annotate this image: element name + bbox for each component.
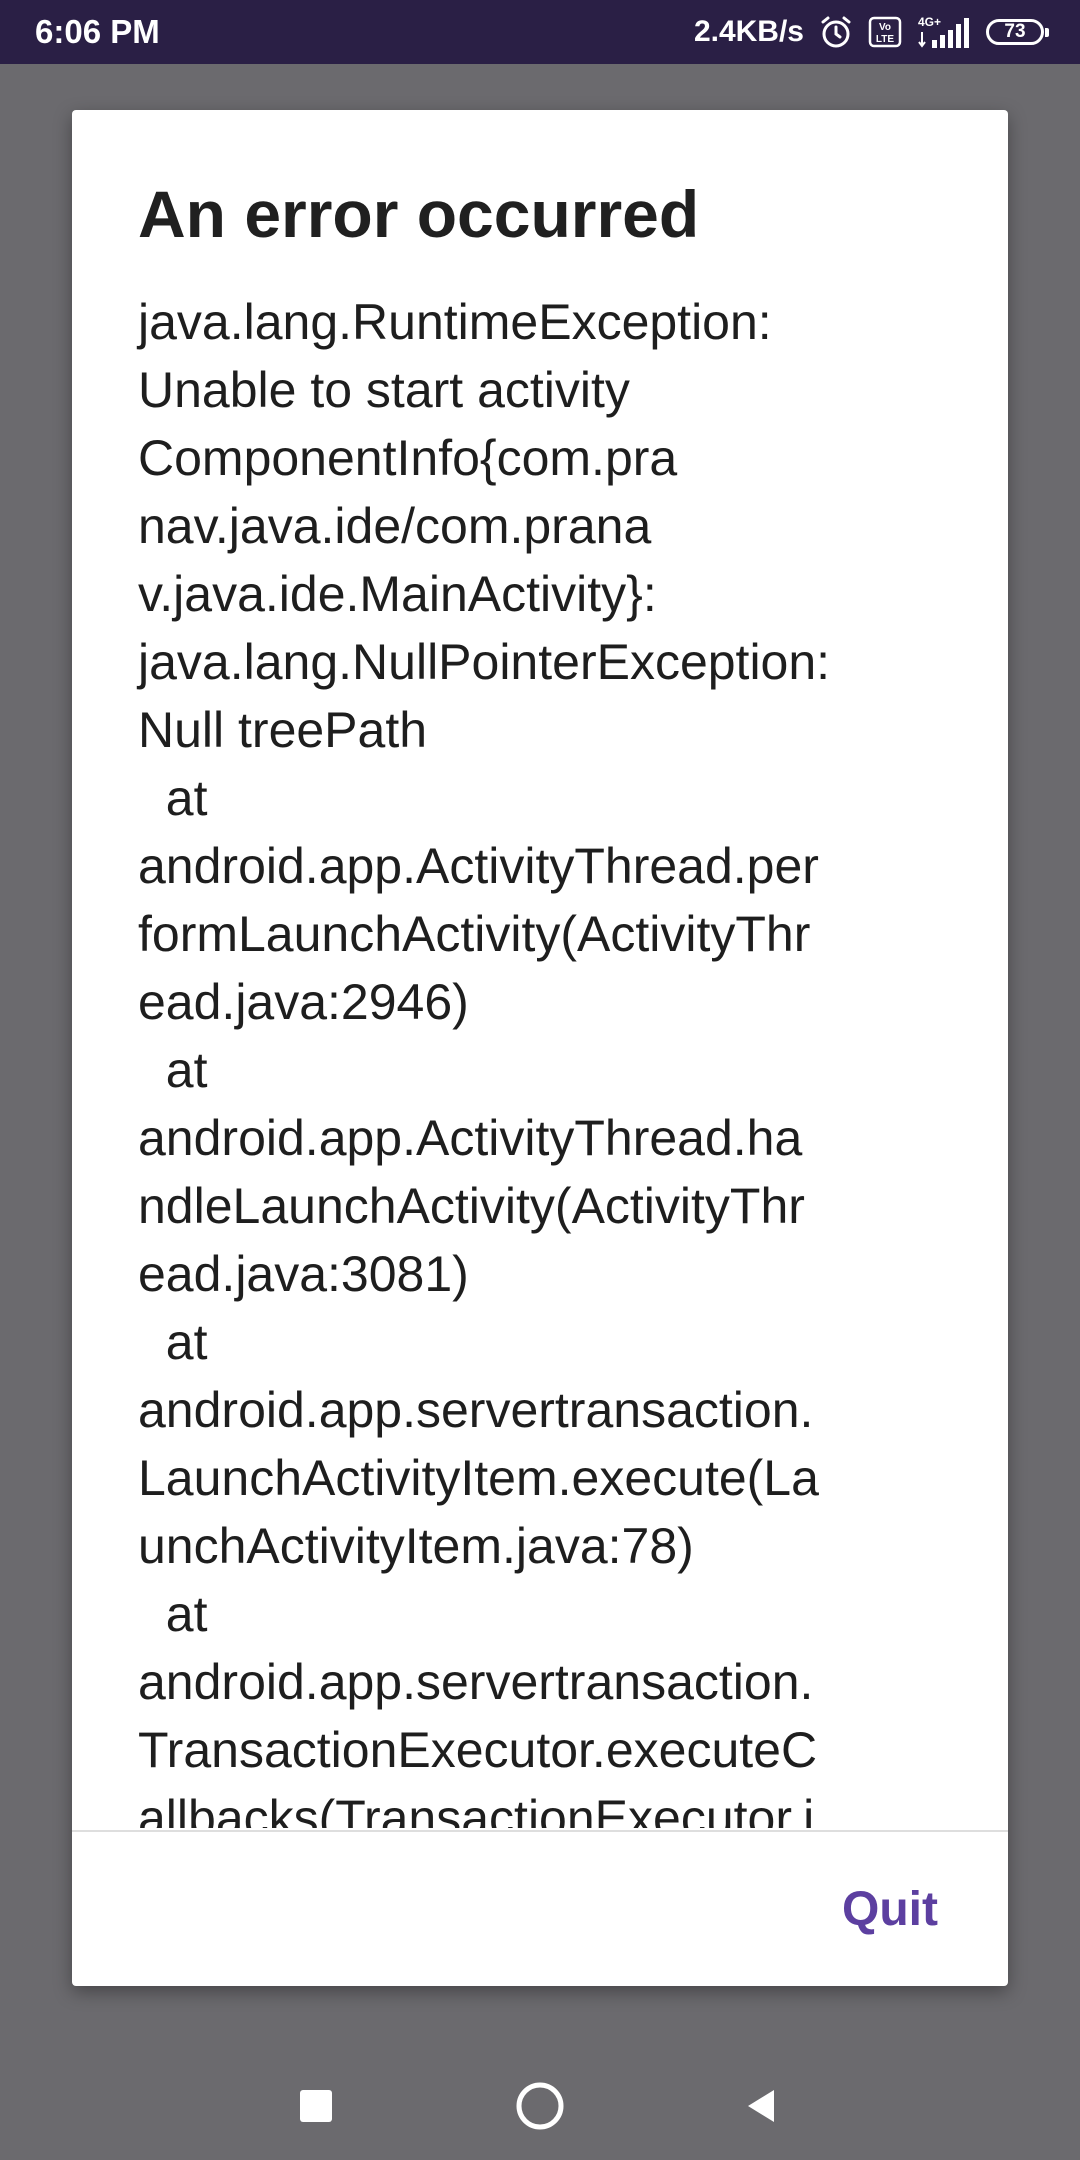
volte-icon: Vo LTE <box>868 16 902 48</box>
recent-apps-button[interactable] <box>286 2076 346 2136</box>
battery-icon: 73 <box>986 19 1049 45</box>
svg-text:LTE: LTE <box>876 34 894 45</box>
svg-text:4G+: 4G+ <box>918 15 941 29</box>
signal-icon: 4G+ <box>918 15 969 48</box>
error-dialog: An error occurred java.lang.RuntimeExcep… <box>72 110 1008 1986</box>
status-time: 6:06 PM <box>35 13 160 50</box>
back-button[interactable] <box>732 2076 792 2136</box>
screen: 6:06 PM 2.4KB/s Vo LTE 4G+ 73 An error o… <box>0 0 1080 2160</box>
dialog-title: An error occurred <box>138 177 700 251</box>
network-speed: 2.4KB/s <box>693 15 804 48</box>
home-icon <box>516 2082 564 2130</box>
alarm-icon <box>821 16 851 48</box>
status-indicators: 2.4KB/s Vo LTE 4G+ 73 <box>693 12 1049 52</box>
svg-text:Vo: Vo <box>879 22 891 33</box>
dialog-message: java.lang.RuntimeException: Unable to st… <box>138 294 831 1828</box>
navigation-bar <box>0 2040 1080 2160</box>
recent-apps-icon <box>300 2090 332 2122</box>
dialog-divider <box>72 1830 1008 1832</box>
dialog-message-scroll[interactable]: java.lang.RuntimeException: Unable to st… <box>72 288 1008 1828</box>
home-button[interactable] <box>510 2076 570 2136</box>
status-bar: 6:06 PM 2.4KB/s Vo LTE 4G+ 73 <box>0 0 1080 64</box>
back-icon <box>748 2090 774 2122</box>
quit-button[interactable]: Quit <box>842 1880 938 1940</box>
